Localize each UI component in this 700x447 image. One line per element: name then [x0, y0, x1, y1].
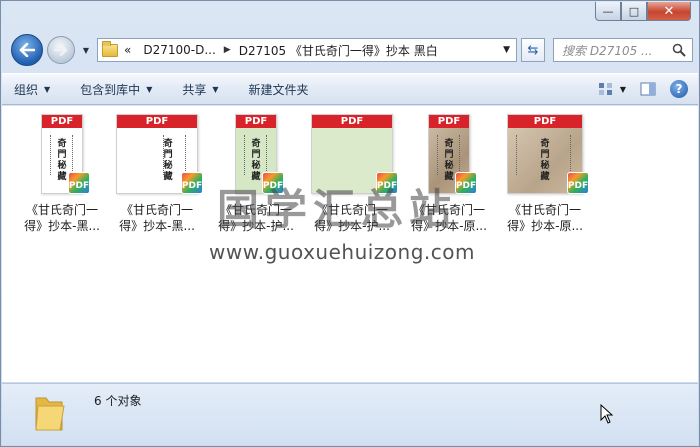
organize-menu[interactable]: 组织 ▼: [14, 81, 50, 98]
pdf-band: PDF: [236, 115, 276, 128]
item-count: 6 个对象: [94, 394, 142, 408]
pdf-band: PDF: [312, 115, 392, 128]
include-in-library-menu[interactable]: 包含到库中 ▼: [80, 81, 152, 98]
file-name[interactable]: 《甘氏奇门一 得》抄本-黑...: [14, 202, 110, 234]
search-input[interactable]: 搜索 D27105 ...: [553, 38, 693, 62]
pdf-app-icon: PDF: [455, 172, 477, 194]
watermark-url: www.guoxuehuizong.com: [209, 240, 475, 264]
change-view-button[interactable]: ▼: [598, 82, 626, 96]
new-folder-button[interactable]: 新建文件夹: [249, 81, 309, 98]
chevron-right-icon[interactable]: ▶: [224, 45, 231, 55]
cover-title: 奇門秘藏: [57, 139, 67, 182]
cover-title: 奇門秘藏: [540, 139, 550, 182]
address-segment-parent[interactable]: D27100-D...: [143, 43, 215, 57]
pdf-app-icon: PDF: [567, 172, 589, 194]
watermark-text: 国学汇总站: [217, 185, 458, 234]
navigation-row: ▼ « D27100-D... ▶ D27105 《甘氏奇门一得》抄本 黑白 ▼…: [9, 34, 693, 66]
details-pane: 6 个对象: [2, 383, 698, 445]
caption-buttons: — □ ✕: [595, 2, 691, 21]
view-controls: ▼ ?: [584, 80, 688, 98]
file-thumbnail: PDF 奇門秘藏 PDF: [14, 114, 110, 194]
maximize-button[interactable]: □: [621, 2, 647, 21]
refresh-button[interactable]: ⇆: [521, 38, 545, 62]
explorer-window: — □ ✕ ▼ « D27100-D... ▶ D27105 《甘氏奇门一得》抄…: [0, 0, 700, 447]
search-icon: [672, 43, 686, 57]
refresh-icon: ⇆: [527, 42, 539, 58]
command-bar: 组织 ▼ 包含到库中 ▼ 共享 ▼ 新建文件夹 ▼ ?: [2, 73, 698, 105]
pdf-band: PDF: [429, 115, 469, 128]
file-item[interactable]: PDF 奇門秘藏 PDF 《甘氏奇门一 得》抄本-黑...: [14, 114, 110, 234]
back-arrow-icon: [19, 43, 35, 57]
chevron-down-icon: ▼: [82, 45, 90, 55]
search-placeholder: 搜索 D27105 ...: [562, 43, 653, 58]
file-name[interactable]: 《甘氏奇门一 得》抄本-黑...: [109, 202, 205, 234]
folder-icon: [35, 397, 65, 431]
address-overflow[interactable]: «: [124, 43, 131, 57]
file-thumbnail: PDF 奇門秘藏 PDF: [109, 114, 205, 194]
file-item[interactable]: PDF 奇門秘藏 PDF 《甘氏奇门一 得》抄本-原...: [497, 114, 593, 234]
pdf-band: PDF: [117, 115, 197, 128]
forward-arrow-icon: [54, 44, 68, 56]
share-menu[interactable]: 共享 ▼: [182, 81, 218, 98]
chevron-down-icon: ▼: [619, 84, 626, 94]
organize-label: 组织: [14, 82, 39, 97]
forward-button[interactable]: [47, 36, 75, 64]
recent-pages-dropdown[interactable]: ▼: [79, 44, 93, 56]
view-grid-icon: [598, 83, 612, 95]
file-item[interactable]: PDF 奇門秘藏 PDF 《甘氏奇门一 得》抄本-黑...: [109, 114, 205, 234]
file-list[interactable]: PDF 奇門秘藏 PDF 《甘氏奇门一 得》抄本-黑... PDF 奇門秘藏 P…: [2, 106, 698, 382]
chevron-down-icon: ▼: [44, 84, 51, 94]
back-button[interactable]: [11, 34, 43, 66]
address-bar[interactable]: « D27100-D... ▶ D27105 《甘氏奇门一得》抄本 黑白 ▼: [97, 38, 517, 62]
help-icon: ?: [670, 80, 688, 98]
folder-icon: [102, 40, 118, 57]
mouse-pointer-icon: [600, 404, 614, 424]
address-segment-current[interactable]: D27105 《甘氏奇门一得》抄本 黑白: [239, 42, 438, 59]
help-button[interactable]: ?: [670, 80, 688, 98]
pdf-band: PDF: [508, 115, 582, 128]
file-name[interactable]: 《甘氏奇门一 得》抄本-原...: [497, 202, 593, 234]
include-in-library-label: 包含到库中: [80, 82, 141, 97]
pdf-app-icon: PDF: [68, 172, 90, 194]
cover-title: 奇門秘藏: [163, 139, 173, 182]
chevron-down-icon: ▼: [146, 84, 153, 94]
file-thumbnail: PDF 奇門秘藏 PDF: [497, 114, 593, 194]
preview-pane-icon: [640, 82, 656, 96]
close-button[interactable]: ✕: [647, 2, 691, 21]
share-label: 共享: [182, 82, 207, 97]
address-dropdown-icon[interactable]: ▼: [503, 45, 510, 55]
minimize-button[interactable]: —: [595, 2, 621, 21]
pdf-app-icon: PDF: [181, 172, 203, 194]
chevron-down-icon: ▼: [212, 84, 219, 94]
pdf-band: PDF: [42, 115, 82, 128]
preview-pane-button[interactable]: [640, 82, 656, 96]
new-folder-label: 新建文件夹: [248, 82, 309, 97]
